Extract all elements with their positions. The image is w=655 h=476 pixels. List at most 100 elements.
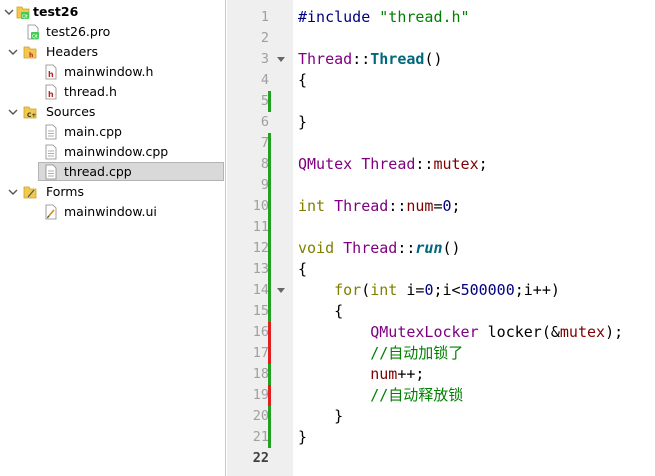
- line-number: 12: [252, 240, 269, 256]
- chevron-down-icon[interactable]: [4, 7, 14, 17]
- code-token: }: [298, 113, 308, 131]
- code-token: ;i++): [514, 281, 560, 299]
- code-token: Thread: [298, 50, 353, 68]
- code-token: //自动加锁了: [370, 344, 464, 362]
- tree-item-label: mainwindow.cpp: [64, 144, 169, 159]
- code-token: {: [298, 302, 344, 320]
- code-token: mutex: [433, 155, 479, 173]
- chevron-down-icon[interactable]: [8, 107, 18, 117]
- code-token: int: [370, 281, 398, 299]
- line-number: 4: [260, 72, 269, 88]
- sources-folder-icon: C+: [23, 106, 36, 119]
- change-marker-added: [268, 280, 271, 301]
- headers-folder-icon: h: [23, 46, 37, 59]
- code-line[interactable]: QMutexLocker locker(&mutex);: [298, 322, 623, 343]
- chevron-down-icon[interactable]: [8, 187, 18, 197]
- fold-arrow-icon[interactable]: [277, 57, 285, 63]
- qt-pro-file-icon: Qt: [27, 24, 39, 40]
- line-number: 19: [252, 387, 269, 403]
- change-marker-added: [268, 91, 271, 112]
- change-marker-modified: [268, 343, 271, 364]
- code-line[interactable]: int Thread::num=0;: [298, 196, 461, 217]
- line-number: 3: [260, 51, 269, 67]
- line-number: 16: [252, 324, 269, 340]
- code-token: num: [406, 197, 434, 215]
- code-token: );: [605, 323, 624, 341]
- line-number: 5: [260, 93, 269, 109]
- tree-item-project[interactable]: Qt test26: [0, 2, 225, 22]
- code-token: ::: [388, 197, 407, 215]
- chevron-down-icon[interactable]: [8, 47, 18, 57]
- tree-item-sources[interactable]: C+ Sources: [0, 102, 225, 122]
- code-token: =: [433, 197, 443, 215]
- code-token: (): [424, 50, 443, 68]
- code-line[interactable]: }: [298, 112, 307, 133]
- code-token: QMutexLocker: [370, 323, 479, 341]
- tree-item-headers[interactable]: h Headers: [0, 42, 225, 62]
- change-marker-added: [268, 427, 271, 448]
- header-file-icon: h: [45, 84, 57, 100]
- code-token: //自动释放锁: [370, 386, 464, 404]
- code-line[interactable]: //自动加锁了: [298, 343, 463, 364]
- tree-item-pro-file[interactable]: Qt test26.pro: [0, 22, 225, 42]
- change-marker-added: [268, 259, 271, 280]
- tree-item-file[interactable]: main.cpp: [0, 122, 225, 142]
- line-number: 15: [252, 303, 269, 319]
- code-token: Thread: [361, 155, 416, 173]
- header-file-icon: h: [45, 64, 57, 80]
- fold-arrow-icon[interactable]: [277, 288, 285, 294]
- code-line[interactable]: //自动释放锁: [298, 385, 463, 406]
- line-number: 9: [260, 177, 269, 193]
- code-token: ;: [478, 155, 488, 173]
- code-token: "thread.h": [379, 8, 470, 26]
- code-token: ;i<: [433, 281, 461, 299]
- line-number: 2: [260, 30, 269, 46]
- tree-item-label: thread.cpp: [64, 164, 132, 179]
- code-token: i=: [397, 281, 425, 299]
- code-token: 0: [442, 197, 452, 215]
- code-line[interactable]: void Thread::run(): [298, 238, 461, 259]
- svg-text:h: h: [48, 70, 54, 79]
- code-token: Thread: [343, 239, 398, 257]
- tree-item-file[interactable]: mainwindow.cpp: [0, 142, 225, 162]
- line-number: 17: [252, 345, 269, 361]
- code-line[interactable]: #include "thread.h": [298, 7, 470, 28]
- svg-text:Qt: Qt: [22, 14, 28, 20]
- code-token: {: [298, 71, 308, 89]
- line-number: 7: [260, 135, 269, 151]
- tree-item-label: mainwindow.ui: [64, 204, 157, 219]
- code-line[interactable]: }: [298, 427, 307, 448]
- project-tree: Qt test26 Qt test26.pro h Headers h main…: [0, 0, 226, 476]
- code-line[interactable]: QMutex Thread::mutex;: [298, 154, 488, 175]
- cpp-file-icon: [45, 124, 57, 140]
- tree-item-label: main.cpp: [64, 124, 122, 139]
- tree-item-forms[interactable]: Forms: [0, 182, 225, 202]
- code-token: (: [361, 281, 371, 299]
- line-number: 10: [252, 198, 269, 214]
- code-line[interactable]: }: [298, 406, 343, 427]
- tree-item-label: Sources: [46, 104, 96, 119]
- code-token: for: [334, 281, 362, 299]
- code-line[interactable]: for(int i=0;i<500000;i++): [298, 280, 560, 301]
- tree-item-file-selected[interactable]: thread.cpp: [0, 162, 225, 182]
- tree-item-file[interactable]: h mainwindow.h: [0, 62, 225, 82]
- code-line[interactable]: num++;: [298, 364, 424, 385]
- line-number: 13: [252, 261, 269, 277]
- code-line[interactable]: {: [298, 70, 307, 91]
- line-number: 11: [252, 219, 269, 235]
- code-token: locker(&: [478, 323, 560, 341]
- code-line[interactable]: Thread::Thread(): [298, 49, 443, 70]
- line-number: 14: [252, 282, 269, 298]
- code-line[interactable]: {: [298, 301, 343, 322]
- tree-item-label: Headers: [46, 44, 99, 59]
- tree-item-file[interactable]: mainwindow.ui: [0, 202, 225, 222]
- change-marker-added: [268, 133, 271, 154]
- code-line[interactable]: {: [298, 259, 307, 280]
- code-token: 500000: [460, 281, 515, 299]
- tree-item-file[interactable]: h thread.h: [0, 82, 225, 102]
- code-token: void: [298, 239, 335, 257]
